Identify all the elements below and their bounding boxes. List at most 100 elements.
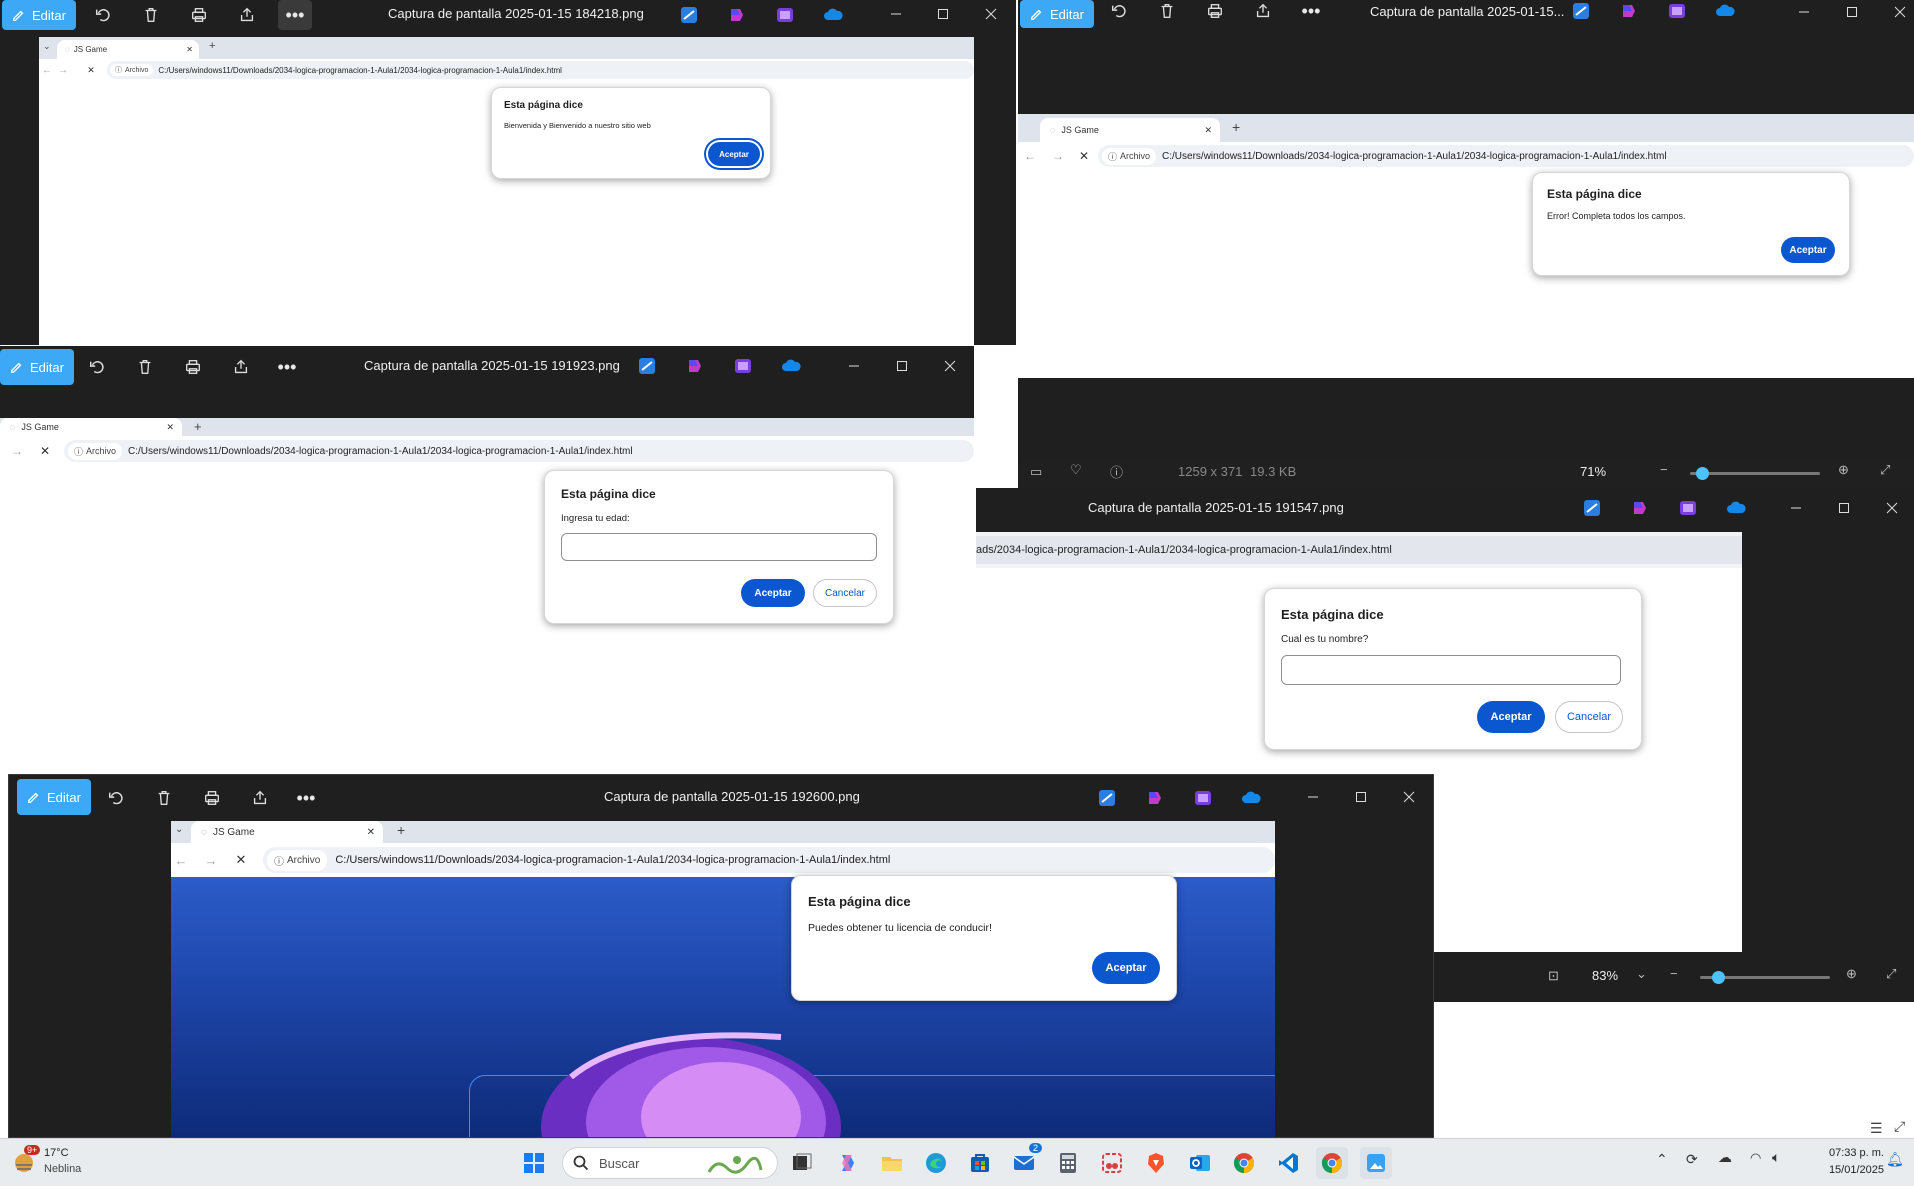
onedrive-tray-icon[interactable]: ☁ (1718, 1149, 1732, 1166)
filmstrip-icon[interactable]: ▭ (1030, 464, 1042, 480)
rotate-icon[interactable] (88, 0, 118, 30)
onedrive-icon[interactable] (780, 355, 802, 377)
file-explorer-icon[interactable] (876, 1147, 908, 1179)
stop-icon[interactable]: ✕ (1074, 146, 1094, 166)
more-options-icon[interactable]: ••• (278, 0, 312, 30)
delete-icon[interactable] (149, 783, 179, 813)
delete-icon[interactable] (130, 352, 160, 382)
weather-widget[interactable]: 9+ 17°C Neblina (10, 1145, 100, 1181)
print-icon[interactable] (184, 0, 214, 30)
archivo-chip[interactable]: ⓘ Archivo (110, 64, 154, 76)
video-editor-icon[interactable] (1192, 787, 1214, 809)
edge-icon[interactable] (920, 1147, 952, 1179)
store-icon[interactable] (964, 1147, 996, 1179)
edit-button[interactable]: Editar (0, 349, 74, 385)
maximize-button[interactable] (1829, 0, 1875, 32)
brave-icon[interactable] (1140, 1147, 1172, 1179)
edit-button[interactable]: Editar (1020, 0, 1094, 28)
rotate-icon[interactable] (1104, 0, 1134, 26)
taskbar-search-box[interactable]: Buscar (562, 1147, 778, 1179)
vscode-icon[interactable] (1272, 1147, 1304, 1179)
browser-tab[interactable]: ◌ JS Game ✕ (191, 821, 383, 843)
notification-bell-icon[interactable]: 🔔︎ (1886, 1151, 1904, 1168)
more-options-icon[interactable]: ••• (1296, 0, 1326, 26)
minimize-button[interactable] (873, 0, 919, 34)
age-input[interactable] (561, 533, 877, 561)
show-hidden-icons[interactable]: ⌃ (1656, 1151, 1668, 1168)
info-icon[interactable]: ⓘ (1110, 462, 1123, 481)
back-icon[interactable]: ← (39, 62, 55, 78)
minimize-button[interactable] (1290, 777, 1336, 817)
accept-button[interactable]: Aceptar (1781, 237, 1835, 263)
forward-icon[interactable]: → (201, 849, 221, 871)
stop-icon[interactable]: ✕ (231, 849, 251, 871)
outlook-icon[interactable] (1184, 1147, 1216, 1179)
browser-tab[interactable]: ◌ JS Game ✕ (0, 418, 182, 436)
clipchamp-icon[interactable] (1629, 497, 1651, 519)
edit-button[interactable]: Editar (17, 779, 91, 815)
maximize-button[interactable] (920, 0, 966, 34)
maximize-button[interactable] (879, 346, 925, 386)
more-options-icon[interactable]: ••• (291, 783, 321, 813)
back-icon[interactable]: ← (171, 849, 191, 871)
zoom-out-icon[interactable]: − (1660, 462, 1668, 477)
close-button[interactable] (1877, 0, 1914, 32)
new-tab-icon[interactable]: + (397, 822, 405, 838)
onedrive-icon[interactable] (1240, 787, 1262, 809)
close-tab-icon[interactable]: ✕ (367, 827, 375, 838)
clipchamp-icon[interactable] (726, 4, 748, 26)
cancel-button[interactable]: Cancelar (1555, 701, 1623, 733)
share-icon[interactable] (226, 352, 256, 382)
archivo-chip[interactable]: ⓘ Archivo (1102, 147, 1157, 165)
clipchamp-icon[interactable] (684, 355, 706, 377)
expand-icon[interactable]: ⤢ (1894, 1118, 1905, 1135)
list-view-icon[interactable]: ☰ (1870, 1120, 1883, 1137)
clipchamp-icon[interactable] (1618, 0, 1640, 22)
close-tab-icon[interactable]: ✕ (186, 45, 193, 54)
minimize-button[interactable] (831, 346, 877, 386)
maximize-button[interactable] (1338, 777, 1384, 817)
task-view-icon[interactable] (786, 1147, 818, 1179)
rotate-icon[interactable] (101, 783, 131, 813)
volume-icon[interactable]: 🔈︎ (1772, 1149, 1780, 1166)
mail-icon[interactable]: 2 (1008, 1143, 1042, 1179)
browser-tab[interactable]: ◌ JS Game ✕ (1040, 118, 1220, 142)
zoom-slider[interactable] (1690, 467, 1820, 480)
close-button[interactable] (1386, 777, 1432, 817)
zoom-out-icon[interactable]: − (1670, 966, 1678, 981)
snipping-tool-icon[interactable] (1096, 1147, 1128, 1179)
new-tab-icon[interactable]: + (1232, 119, 1240, 135)
sync-icon[interactable]: ⟳ (1686, 1151, 1698, 1168)
chrome-icon[interactable] (1316, 1147, 1348, 1179)
rotate-icon[interactable] (82, 352, 112, 382)
tab-list-icon[interactable]: ⌄ (175, 824, 183, 835)
zoom-in-icon[interactable]: ⊕ (1838, 462, 1849, 478)
cancel-button[interactable]: Cancelar (813, 579, 877, 607)
url-field[interactable]: ⓘ Archivo C:/Users/windows11/Downloads/20… (1098, 145, 1914, 167)
close-button[interactable] (1869, 488, 1914, 528)
stop-icon[interactable]: ✕ (36, 441, 54, 461)
clock[interactable]: 07:33 p. m. 15/01/2025 (1804, 1145, 1884, 1179)
accept-button[interactable]: Aceptar (708, 142, 760, 166)
forward-icon[interactable]: → (8, 441, 26, 461)
onedrive-icon[interactable] (822, 4, 844, 26)
url-field[interactable]: ⓘ Archivo C:/Users/windows11/Downloads/20… (263, 847, 1275, 873)
designer-icon[interactable] (1096, 787, 1118, 809)
start-icon[interactable] (518, 1147, 550, 1179)
fullscreen-icon[interactable]: ⤢ (1886, 966, 1896, 982)
onedrive-icon[interactable] (1725, 497, 1747, 519)
back-icon[interactable]: ← (1020, 146, 1040, 166)
url-field[interactable]: ⓘ Archivo C:/Users/windows11/Downloads/20… (107, 61, 974, 79)
share-icon[interactable] (232, 0, 262, 30)
stop-icon[interactable]: ✕ (83, 62, 99, 78)
delete-icon[interactable] (1152, 0, 1182, 26)
browser-tab[interactable]: ◌ JS Game ✕ (57, 40, 199, 59)
onedrive-icon[interactable] (1714, 0, 1736, 22)
zoom-slider[interactable] (1700, 971, 1830, 984)
forward-icon[interactable]: → (1048, 146, 1068, 166)
video-editor-icon[interactable] (1666, 0, 1688, 22)
edit-button[interactable]: Editar (2, 0, 76, 30)
accept-button[interactable]: Aceptar (741, 579, 805, 607)
designer-icon[interactable] (678, 4, 700, 26)
close-button[interactable] (927, 346, 973, 386)
